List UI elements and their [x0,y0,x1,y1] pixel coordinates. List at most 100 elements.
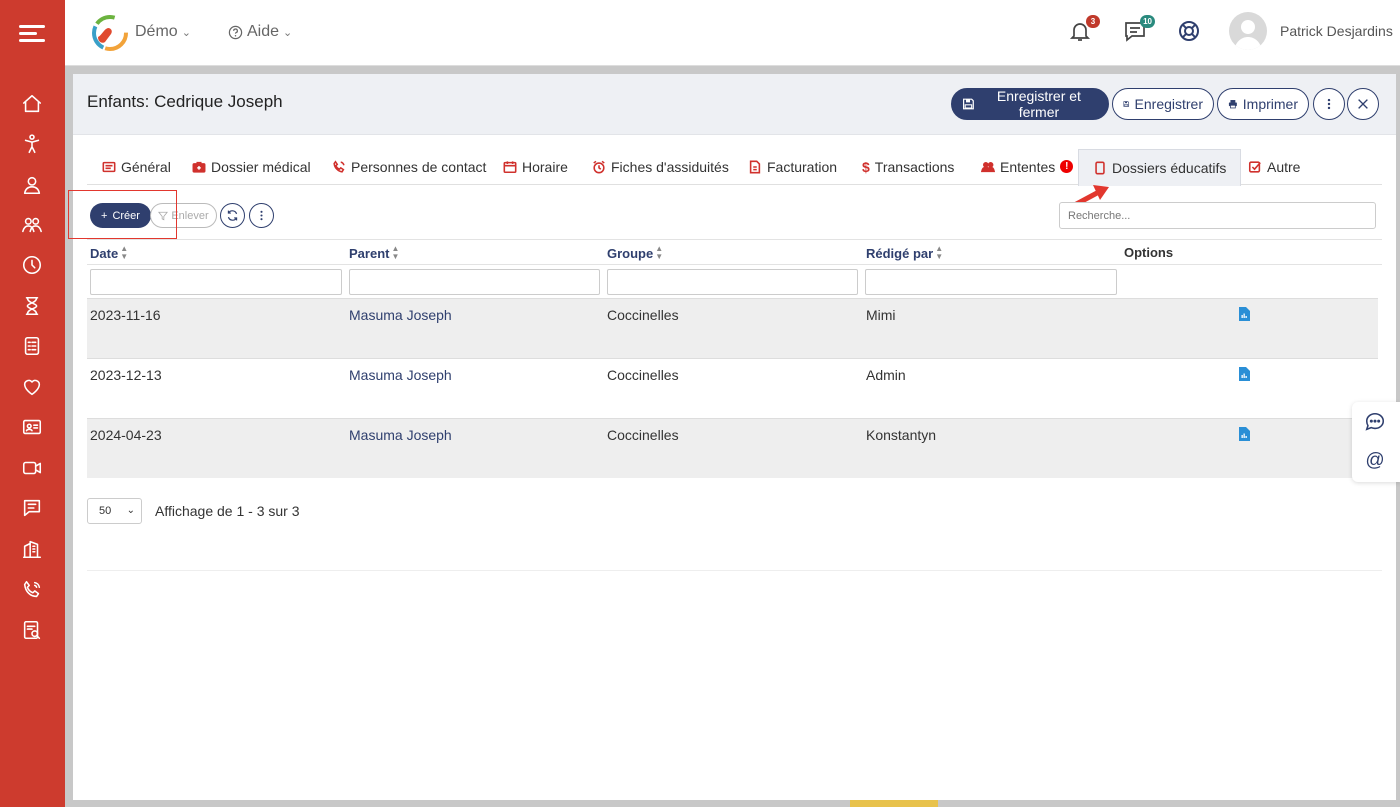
user-name[interactable]: Patrick Desjardins [1280,23,1393,39]
tab-label: Transactions [874,158,955,175]
building-icon[interactable] [17,534,47,564]
date-filter-input[interactable] [90,269,342,295]
parent-filter-input[interactable] [349,269,600,295]
cell-group: Coccinelles [607,307,679,323]
tab-educational-files[interactable]: Dossiers éducatifs [1078,149,1242,186]
tab-schedule[interactable]: Horaire [503,148,568,185]
messages-badge: 10 [1140,15,1155,28]
column-header-group[interactable]: Groupe ▲ ▼ [607,245,663,261]
tab-label: Dossiers éducatifs [1112,160,1227,176]
page-size-value: 50 [99,505,112,517]
cell-group: Coccinelles [607,427,679,443]
home-icon[interactable] [17,89,47,119]
table-options-button[interactable] [249,203,274,228]
panel-header: Enfants: Cedrique Joseph Enregistrer et … [73,74,1396,135]
phone-ring-icon [333,159,345,173]
author-filter-input[interactable] [865,269,1117,295]
tab-billing[interactable]: Facturation [748,148,837,185]
cell-author: Konstantyn [866,427,937,443]
group-filter-input[interactable] [607,269,858,295]
mention-icon[interactable]: @ [1362,448,1388,474]
print-button[interactable]: Imprimer [1217,88,1309,120]
column-label: Parent [349,245,390,261]
users-icon [981,161,995,172]
annotation-highlight-box [68,190,177,239]
tab-label: Fiches d'assiduités [611,158,729,175]
tab-transactions[interactable]: $ Transactions [862,148,954,185]
invoice-icon [749,160,761,173]
main-panel: Enfants: Cedrique Joseph Enregistrer et … [68,74,1396,800]
lifebuoy-icon[interactable] [1177,19,1203,45]
chat-icon[interactable]: 10 [1123,15,1155,45]
table-row[interactable]: 2023-11-16 Masuma Joseph Coccinelles Mim… [87,298,1378,358]
kebab-icon [260,210,263,221]
save-button[interactable]: Enregistrer [1112,88,1214,120]
cell-author: Mimi [866,307,896,323]
report-file-icon[interactable] [1238,367,1250,381]
refresh-button[interactable] [220,203,245,228]
tab-label: Personnes de contact [351,158,487,175]
message-icon[interactable] [17,493,47,523]
cell-parent-link[interactable]: Masuma Joseph [349,427,452,443]
hourglass-icon[interactable] [17,291,47,321]
group-icon[interactable] [17,210,47,240]
cell-parent-link[interactable]: Masuma Joseph [349,367,452,383]
tab-general[interactable]: Général [102,148,171,185]
column-label: Date [90,245,119,261]
list-icon [102,161,116,172]
tab-bar: Général Dossier médical Personnes de con… [87,148,1382,186]
document-list-icon[interactable] [17,331,47,361]
workspace-menu[interactable]: Démo ⌄ [135,23,191,41]
child-icon[interactable] [17,129,47,159]
phone-icon[interactable] [17,575,47,605]
tab-label: Dossier médical [211,158,311,175]
sort-icon: ▲ ▼ [655,244,664,261]
menu-toggle-icon[interactable] [19,22,45,44]
tab-attendance[interactable]: Fiches d'assiduités [592,148,729,185]
heart-icon[interactable] [17,372,47,402]
sort-icon: ▲ ▼ [391,244,400,261]
column-header-date[interactable]: Date ▲ ▼ [90,245,128,261]
tab-label: Général [121,158,171,175]
save-and-close-button[interactable]: Enregistrer et fermer [951,88,1109,120]
help-menu[interactable]: Aide ⌄ [228,23,292,41]
tab-label: Autre [1267,158,1301,175]
tab-medical-record[interactable]: Dossier médical [192,148,311,185]
table-row[interactable]: 2024-04-23 Masuma Joseph Coccinelles Kon… [87,418,1378,478]
report-file-icon[interactable] [1238,307,1250,321]
tab-agreements[interactable]: Ententes ! [981,148,1074,185]
app-logo[interactable] [92,15,128,51]
user-icon[interactable] [17,170,47,200]
more-options-button[interactable] [1313,88,1345,120]
page-size-select[interactable]: 50 ⌄ [87,498,142,524]
workspace-label: Démo [135,23,178,40]
chat-bubble-icon[interactable] [1362,409,1388,435]
cell-parent-link[interactable]: Masuma Joseph [349,307,452,323]
bell-icon[interactable]: 3 [1068,15,1100,45]
tab-other[interactable]: Autre [1248,148,1300,185]
alarm-icon [593,160,605,173]
notifications-badge: 3 [1086,15,1100,28]
avatar[interactable] [1229,12,1267,50]
chevron-down-icon: ⌄ [126,505,135,516]
table-row[interactable]: 2023-12-13 Masuma Joseph Coccinelles Adm… [87,358,1378,418]
search-input[interactable] [1059,202,1376,229]
top-bar: Démo ⌄ Aide ⌄ 3 10 Patrick Desjardins [65,0,1400,66]
report-icon[interactable] [17,615,47,645]
calendar-icon [503,160,517,173]
alert-icon: ! [1060,160,1074,173]
clock-icon[interactable] [17,250,47,280]
tab-contacts[interactable]: Personnes de contact [332,148,486,185]
sort-icon: ▲ ▼ [120,244,129,261]
save-and-close-label: Enregistrer et fermer [996,88,1081,120]
column-header-author[interactable]: Rédigé par ▲ ▼ [866,245,943,261]
sidebar [0,0,65,807]
report-file-icon[interactable] [1238,427,1250,441]
column-label: Groupe [607,245,654,261]
pagination-info: Affichage de 1 - 3 sur 3 [155,503,300,519]
id-card-icon[interactable] [17,412,47,442]
column-header-parent[interactable]: Parent ▲ ▼ [349,245,399,261]
chevron-down-icon: ⌄ [283,26,293,39]
video-icon[interactable] [17,453,47,483]
close-button[interactable] [1347,88,1379,120]
